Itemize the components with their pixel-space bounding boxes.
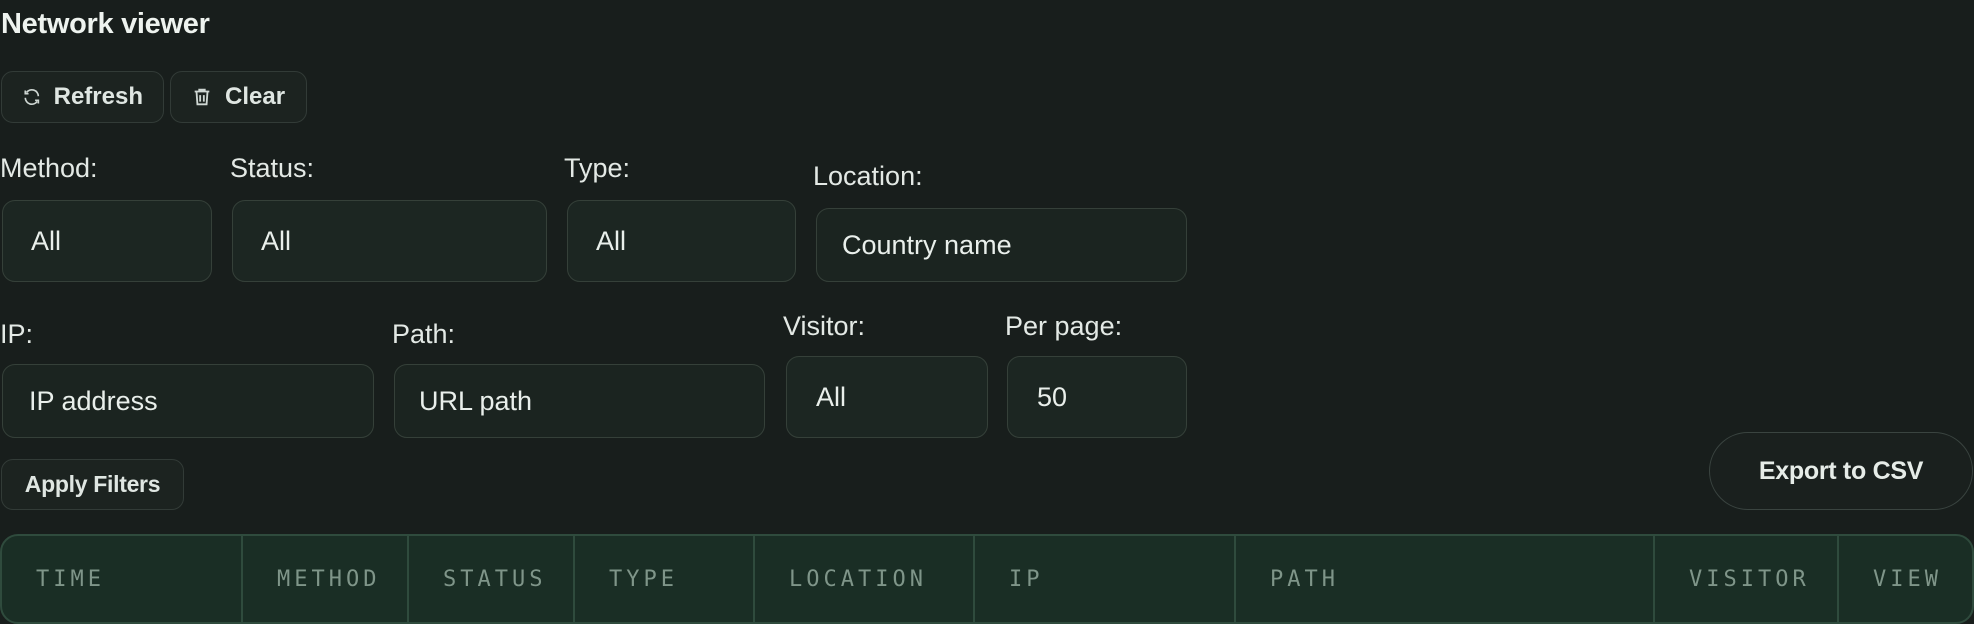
- column-header-location[interactable]: LOCATION: [755, 536, 975, 622]
- refresh-button[interactable]: Refresh: [1, 71, 164, 123]
- column-header-visitor[interactable]: VISITOR: [1655, 536, 1839, 622]
- column-header-type[interactable]: TYPE: [575, 536, 755, 622]
- type-select[interactable]: All: [567, 200, 796, 282]
- type-value: All: [596, 225, 627, 256]
- method-value: All: [31, 225, 62, 256]
- refresh-icon: [24, 88, 40, 106]
- method-label: Method:: [0, 153, 98, 183]
- status-label: Status:: [230, 153, 315, 183]
- visitor-label: Visitor:: [783, 311, 866, 341]
- column-header-status[interactable]: STATUS: [409, 536, 575, 622]
- column-header-view[interactable]: VIEW: [1839, 536, 1972, 622]
- apply-filters-button[interactable]: Apply Filters: [1, 459, 184, 510]
- status-value: All: [261, 225, 292, 256]
- location-label: Location:: [813, 161, 923, 191]
- per-page-value: 50: [1037, 381, 1068, 412]
- ip-label: IP:: [0, 319, 34, 349]
- visitor-value: All: [816, 381, 847, 412]
- table-header: TIME METHOD STATUS TYPE LOCATION IP PATH…: [0, 534, 1974, 624]
- path-label: Path:: [392, 319, 456, 349]
- column-header-ip[interactable]: IP: [975, 536, 1236, 622]
- location-field[interactable]: [842, 229, 1186, 261]
- refresh-label: Refresh: [53, 83, 143, 110]
- per-page-input[interactable]: 50: [1007, 356, 1187, 438]
- ip-input[interactable]: [2, 364, 374, 438]
- clear-label: Clear: [225, 83, 286, 110]
- visitor-select[interactable]: All: [786, 356, 988, 438]
- column-header-path[interactable]: PATH: [1236, 536, 1655, 622]
- path-input[interactable]: [394, 364, 765, 438]
- export-csv-button[interactable]: Export to CSV: [1709, 432, 1973, 510]
- per-page-label: Per page:: [1005, 311, 1123, 341]
- type-label: Type:: [564, 153, 631, 183]
- column-header-method[interactable]: METHOD: [243, 536, 409, 622]
- location-input[interactable]: [816, 208, 1187, 282]
- trash-icon: [194, 88, 210, 106]
- page-title: Network viewer: [1, 8, 210, 40]
- path-field[interactable]: [419, 385, 764, 417]
- column-header-time[interactable]: TIME: [2, 536, 243, 622]
- status-select[interactable]: All: [232, 200, 547, 282]
- ip-field[interactable]: [29, 385, 373, 417]
- clear-button[interactable]: Clear: [170, 71, 307, 123]
- method-select[interactable]: All: [2, 200, 212, 282]
